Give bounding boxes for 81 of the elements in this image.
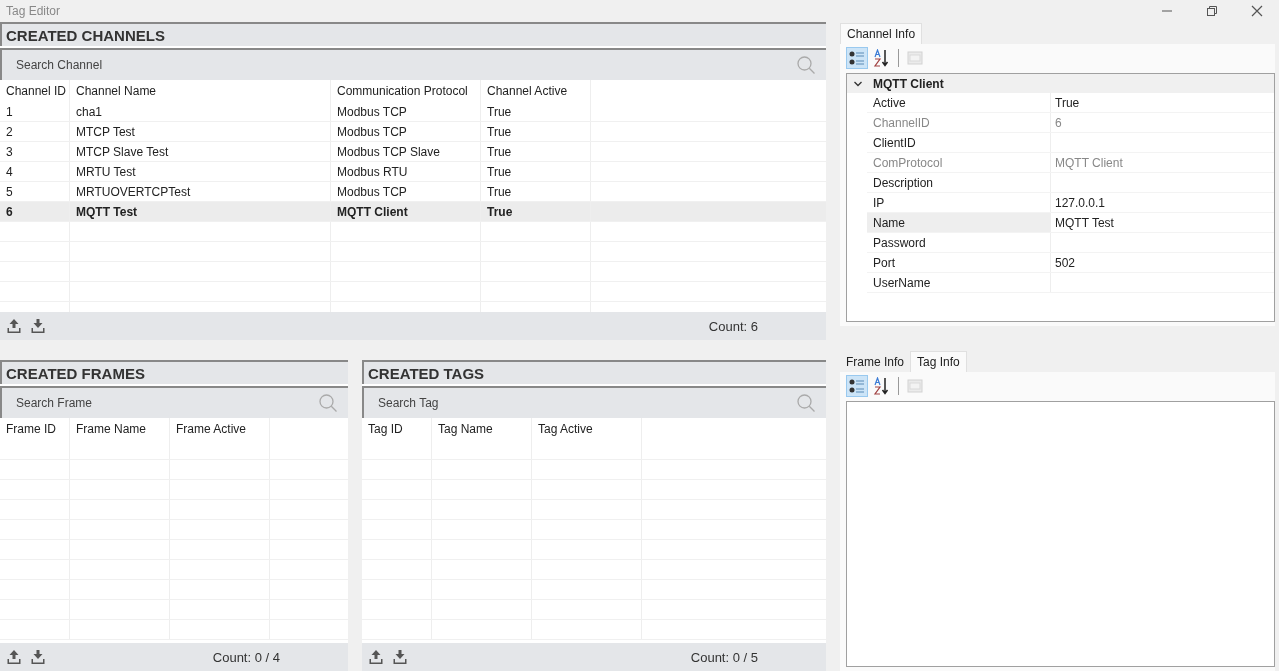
property-name[interactable]: Active	[867, 93, 1051, 112]
window-title: Tag Editor	[6, 4, 61, 18]
table-cell: 4	[0, 162, 70, 181]
count-label: Count: 0 / 4	[212, 649, 280, 665]
column-header[interactable]: Channel Active	[481, 80, 591, 102]
property-name[interactable]: Port	[867, 253, 1051, 272]
property-name[interactable]: Name	[867, 213, 1051, 232]
table-cell: True	[481, 202, 591, 221]
property-name[interactable]: ClientID	[867, 133, 1051, 152]
property-name[interactable]: Password	[867, 233, 1051, 252]
table-cell: MRTUOVERTCPTest	[70, 182, 331, 201]
property-value[interactable]: 127.0.0.1	[1051, 193, 1274, 212]
table-cell: True	[481, 122, 591, 141]
table-cell: cha1	[70, 102, 331, 121]
column-header[interactable]: Tag Name	[432, 418, 532, 440]
property-value[interactable]: 6	[1051, 113, 1274, 132]
upload-icon[interactable]	[6, 318, 22, 334]
table-row[interactable]: 3 MTCP Slave Test Modbus TCP Slave True	[0, 142, 826, 162]
column-header[interactable]: Communication Protocol	[331, 80, 481, 102]
search-bar[interactable]: Search Tag	[362, 386, 826, 418]
upload-icon[interactable]	[368, 649, 384, 665]
categorized-button[interactable]	[846, 47, 868, 69]
table-row[interactable]: 1 cha1 Modbus TCP True	[0, 102, 826, 122]
table-cell: 5	[0, 182, 70, 201]
column-header[interactable]: Tag Active	[532, 418, 642, 440]
table-row[interactable]: 4 MRTU Test Modbus RTU True	[0, 162, 826, 182]
property-name[interactable]: Description	[867, 173, 1051, 192]
table-cell: MTCP Test	[70, 122, 331, 141]
property-name[interactable]: ComProtocol	[867, 153, 1051, 172]
table-cell: True	[481, 162, 591, 181]
property-name[interactable]: UserName	[867, 273, 1051, 292]
download-icon[interactable]	[30, 318, 46, 334]
search-field[interactable]: Search Tag	[376, 395, 796, 411]
table-cell: True	[481, 182, 591, 201]
table-cell: 3	[0, 142, 70, 161]
column-header[interactable]: Frame Name	[70, 418, 170, 440]
property-value[interactable]: True	[1051, 93, 1274, 112]
tab[interactable]: Channel Info	[840, 23, 923, 44]
count-label: Count: 6	[708, 318, 758, 334]
panel-title: CREATED FRAMES	[0, 360, 348, 384]
search-field[interactable]: Search Frame	[14, 395, 318, 411]
table-cell: 1	[0, 102, 70, 121]
table-cell: Modbus TCP Slave	[331, 142, 481, 161]
property-value[interactable]: 502	[1051, 253, 1274, 272]
property-value[interactable]: MQTT Test	[1051, 213, 1274, 232]
upload-icon[interactable]	[6, 649, 22, 665]
table-cell: MQTT Test	[70, 202, 331, 221]
table-cell: Modbus TCP	[331, 102, 481, 121]
table-cell: Modbus TCP	[331, 182, 481, 201]
table-cell: MRTU Test	[70, 162, 331, 181]
property-name[interactable]: ChannelID	[867, 113, 1051, 132]
property-value[interactable]: MQTT Client	[1051, 153, 1274, 172]
restore-icon[interactable]	[1206, 5, 1218, 17]
download-icon[interactable]	[30, 649, 46, 665]
search-bar[interactable]: Search Frame	[0, 386, 348, 418]
table-cell: 6	[0, 202, 70, 221]
table-cell: True	[481, 102, 591, 121]
categorized-button[interactable]	[846, 375, 868, 397]
table-cell: MQTT Client	[331, 202, 481, 221]
category-label: MQTT Client	[873, 76, 944, 91]
table-row[interactable]: 2 MTCP Test Modbus TCP True	[0, 122, 826, 142]
column-header[interactable]: Frame ID	[0, 418, 70, 440]
table-cell: 2	[0, 122, 70, 141]
column-header[interactable]: Channel Name	[70, 80, 331, 102]
close-icon[interactable]	[1251, 5, 1263, 17]
column-header[interactable]: Channel ID	[0, 80, 70, 102]
download-icon[interactable]	[392, 649, 408, 665]
tab[interactable]: Tag Info	[910, 351, 967, 372]
table-cell: True	[481, 142, 591, 161]
search-bar[interactable]: Search Channel	[0, 48, 826, 80]
table-cell: Modbus TCP	[331, 122, 481, 141]
search-field[interactable]: Search Channel	[14, 57, 796, 73]
table-row[interactable]: 6 MQTT Test MQTT Client True	[0, 202, 826, 222]
panel-title: CREATED TAGS	[362, 360, 826, 384]
count-label: Count: 0 / 5	[690, 649, 758, 665]
table-cell: MTCP Slave Test	[70, 142, 331, 161]
property-name[interactable]: IP	[867, 193, 1051, 212]
column-header[interactable]: Tag ID	[362, 418, 432, 440]
column-header[interactable]: Frame Active	[170, 418, 270, 440]
panel-title: CREATED CHANNELS	[0, 22, 826, 46]
table-cell: Modbus RTU	[331, 162, 481, 181]
